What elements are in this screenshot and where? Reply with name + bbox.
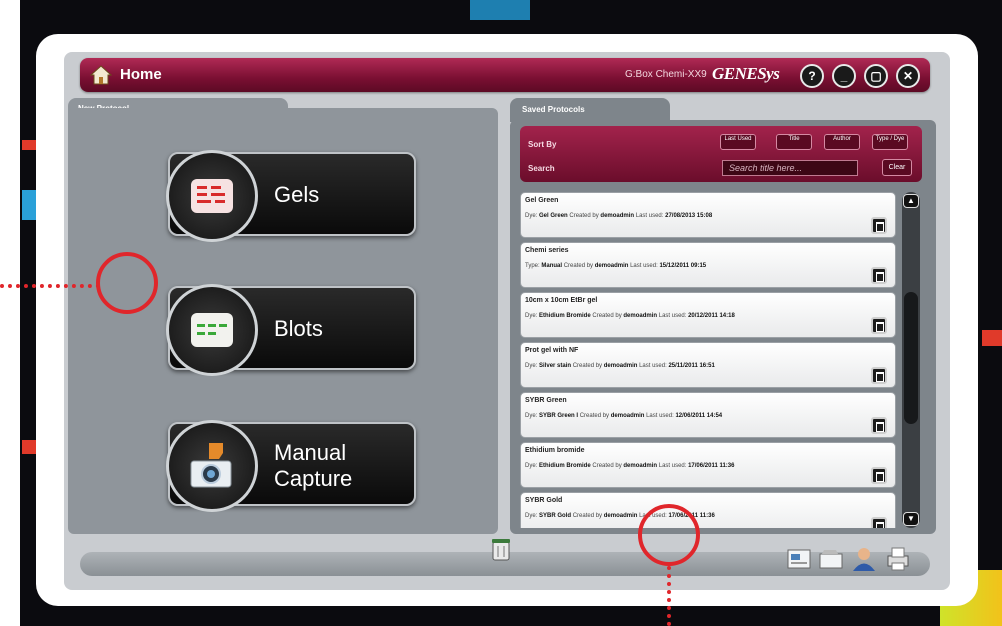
brand-logo: GENESys: [712, 64, 780, 83]
blots-label: Blots: [274, 316, 323, 341]
blots-icon: [166, 284, 258, 376]
load-image-icon[interactable]: [786, 546, 814, 572]
manual-capture-button[interactable]: Manual Capture: [166, 420, 416, 512]
list-item[interactable]: Chemi series Type: Manual Created by dem…: [520, 242, 896, 288]
item-name: Prot gel with NF: [525, 347, 579, 354]
callout-circle: [638, 504, 700, 566]
list-item[interactable]: 10cm x 10cm EtBr gel Dye: Ethidium Bromi…: [520, 292, 896, 338]
device-name: G:Box Chemi-XX9: [625, 69, 707, 80]
app-window: Home G:Box Chemi-XX9 GENESys ? _ ▢ ✕ New…: [64, 52, 950, 590]
bg-stripe: [470, 0, 530, 20]
delete-icon[interactable]: [871, 317, 887, 334]
settings-tool-icon[interactable]: [818, 546, 846, 572]
bg-stripe: [22, 190, 36, 220]
bg-stripe: [982, 330, 1002, 346]
callout-line: [0, 284, 100, 288]
delete-icon[interactable]: [871, 217, 887, 234]
bg-stripe: [22, 440, 36, 454]
sort-type-button[interactable]: Type / Dye: [872, 134, 908, 150]
item-name: SYBR Green: [525, 397, 567, 404]
gels-icon: [166, 150, 258, 242]
list-item[interactable]: SYBR Gold Dye: SYBR Gold Created by demo…: [520, 492, 896, 528]
list-scrollbar[interactable]: ▲ ▼: [902, 192, 920, 528]
gels-label: Gels: [274, 182, 320, 207]
user-icon[interactable]: [850, 546, 878, 572]
item-detail: Dye: SYBR Green I Created by demoadmin L…: [525, 413, 723, 419]
sort-title-button[interactable]: Title: [776, 134, 812, 150]
sort-search-box: Sort By Last Used Title Author Type / Dy…: [520, 126, 922, 182]
gels-button[interactable]: Gels: [166, 150, 416, 242]
search-label: Search: [528, 164, 555, 173]
camera-icon: [166, 420, 258, 512]
bg-stripe: [22, 140, 36, 150]
delete-icon[interactable]: [871, 517, 887, 528]
item-detail: Type: Manual Created by demoadmin Last u…: [525, 263, 707, 269]
item-detail: Dye: Ethidium Bromide Created by demoadm…: [525, 463, 735, 469]
delete-icon[interactable]: [871, 417, 887, 434]
item-name: Ethidium bromide: [525, 447, 585, 454]
scroll-thumb[interactable]: [904, 292, 918, 424]
saved-protocols-tab: Saved Protocols: [510, 98, 670, 122]
trash-bin-icon[interactable]: [490, 536, 512, 562]
item-detail: Dye: Silver stain Created by demoadmin L…: [525, 363, 715, 369]
restore-button[interactable]: ▢: [864, 64, 888, 88]
protocol-list: Gel Green Dye: Gel Green Created by demo…: [520, 192, 896, 528]
sort-last-used-button[interactable]: Last Used: [720, 134, 756, 150]
search-input[interactable]: Search title here...: [722, 160, 858, 176]
delete-icon[interactable]: [871, 367, 887, 384]
item-name: 10cm x 10cm EtBr gel: [525, 297, 598, 304]
item-detail: Dye: Ethidium Bromide Created by demoadm…: [525, 313, 735, 319]
bg-margin: [0, 0, 20, 626]
minimize-button[interactable]: _: [832, 64, 856, 88]
callout-circle: [96, 252, 158, 314]
close-button[interactable]: ✕: [896, 64, 920, 88]
delete-icon[interactable]: [871, 467, 887, 484]
item-name: Gel Green: [525, 197, 559, 204]
item-detail: Dye: Gel Green Created by demoadmin Last…: [525, 213, 713, 219]
sort-by-label: Sort By: [528, 140, 557, 149]
new-protocol-panel: Gels Blots Manual Capture: [68, 108, 498, 534]
clear-button[interactable]: Clear: [882, 159, 912, 176]
title-bar: Home G:Box Chemi-XX9 GENESys ? _ ▢ ✕: [80, 58, 930, 92]
scroll-down-icon[interactable]: ▼: [903, 512, 919, 526]
printer-icon[interactable]: [884, 546, 912, 572]
list-item[interactable]: Ethidium bromide Dye: Ethidium Bromide C…: [520, 442, 896, 488]
saved-protocols-tab-label: Saved Protocols: [522, 105, 585, 114]
page-title: Home: [120, 66, 162, 83]
manual-capture-label: Manual Capture: [274, 440, 353, 491]
callout-line: [667, 566, 671, 626]
home-icon[interactable]: [90, 64, 112, 86]
sort-author-button[interactable]: Author: [824, 134, 860, 150]
help-button[interactable]: ?: [800, 64, 824, 88]
item-name: SYBR Gold: [525, 497, 563, 504]
delete-icon[interactable]: [871, 267, 887, 284]
list-item[interactable]: Prot gel with NF Dye: Silver stain Creat…: [520, 342, 896, 388]
item-name: Chemi series: [525, 247, 569, 254]
list-item[interactable]: Gel Green Dye: Gel Green Created by demo…: [520, 192, 896, 238]
scroll-up-icon[interactable]: ▲: [903, 194, 919, 208]
list-item[interactable]: SYBR Green Dye: SYBR Green I Created by …: [520, 392, 896, 438]
blots-button[interactable]: Blots: [166, 284, 416, 376]
